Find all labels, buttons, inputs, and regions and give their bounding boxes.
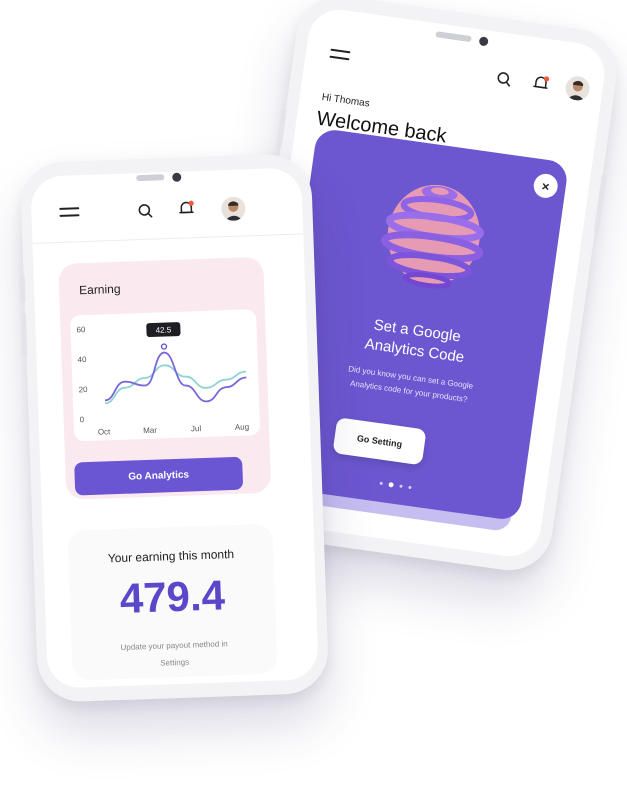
speaker [435, 31, 472, 43]
camera [478, 36, 489, 47]
x-tick-label: Jul [191, 424, 202, 433]
earning-title: Earning [78, 281, 121, 298]
greeting: Hi Thomas [321, 91, 371, 110]
page-dot[interactable] [379, 481, 383, 486]
y-tick-label: 60 [76, 325, 86, 334]
y-tick-label: 20 [78, 385, 88, 394]
chart-panel: 60 40 20 0 Oct Mar Jul Aug 42.5 [70, 309, 261, 442]
monthly-earning-card: Your earning this month 479.4 Update you… [67, 523, 278, 681]
earning-chart: 60 40 20 0 Oct Mar Jul Aug 42.5 [76, 322, 250, 437]
front-phone-screen: Earning 60 40 20 0 Oct Mar Jul Aug 42.5 Go Analy… [30, 167, 319, 689]
y-tick-label: 0 [79, 415, 84, 424]
series-line [104, 351, 247, 403]
go-setting-button[interactable]: Go Setting [332, 417, 427, 466]
search-icon[interactable] [495, 70, 513, 88]
avatar[interactable] [220, 196, 246, 222]
x-tick-label: Mar [143, 426, 157, 435]
side-button [276, 108, 287, 149]
earning-amount: 479.4 [119, 571, 226, 622]
side-button [20, 313, 28, 358]
side-button [593, 173, 607, 234]
x-tick-label: Aug [235, 422, 250, 431]
close-icon[interactable]: × [532, 172, 560, 200]
side-button [19, 273, 26, 304]
menu-icon[interactable] [59, 207, 80, 218]
speaker [136, 174, 165, 182]
header-divider [32, 233, 304, 244]
bell-icon[interactable] [531, 73, 551, 93]
avatar[interactable] [564, 74, 592, 102]
camera [172, 172, 182, 182]
coil-sphere-illustration [381, 184, 484, 289]
bell-icon[interactable] [177, 199, 196, 218]
search-icon[interactable] [137, 203, 154, 220]
x-tick-label: Oct [98, 427, 112, 436]
page-dot[interactable] [408, 486, 412, 490]
page-dot-active[interactable] [388, 482, 394, 488]
month-label: Your earning this month [107, 547, 235, 566]
peak-point[interactable] [160, 343, 168, 350]
go-analytics-button[interactable]: Go Analytics [74, 456, 244, 496]
tooltip-value: 42.5 [155, 325, 171, 335]
y-tick-label: 40 [77, 355, 87, 364]
menu-icon[interactable] [329, 48, 351, 62]
page-dot[interactable] [399, 484, 403, 489]
front-phone: Earning 60 40 20 0 Oct Mar Jul Aug 42.5 Go Analy… [19, 153, 330, 703]
